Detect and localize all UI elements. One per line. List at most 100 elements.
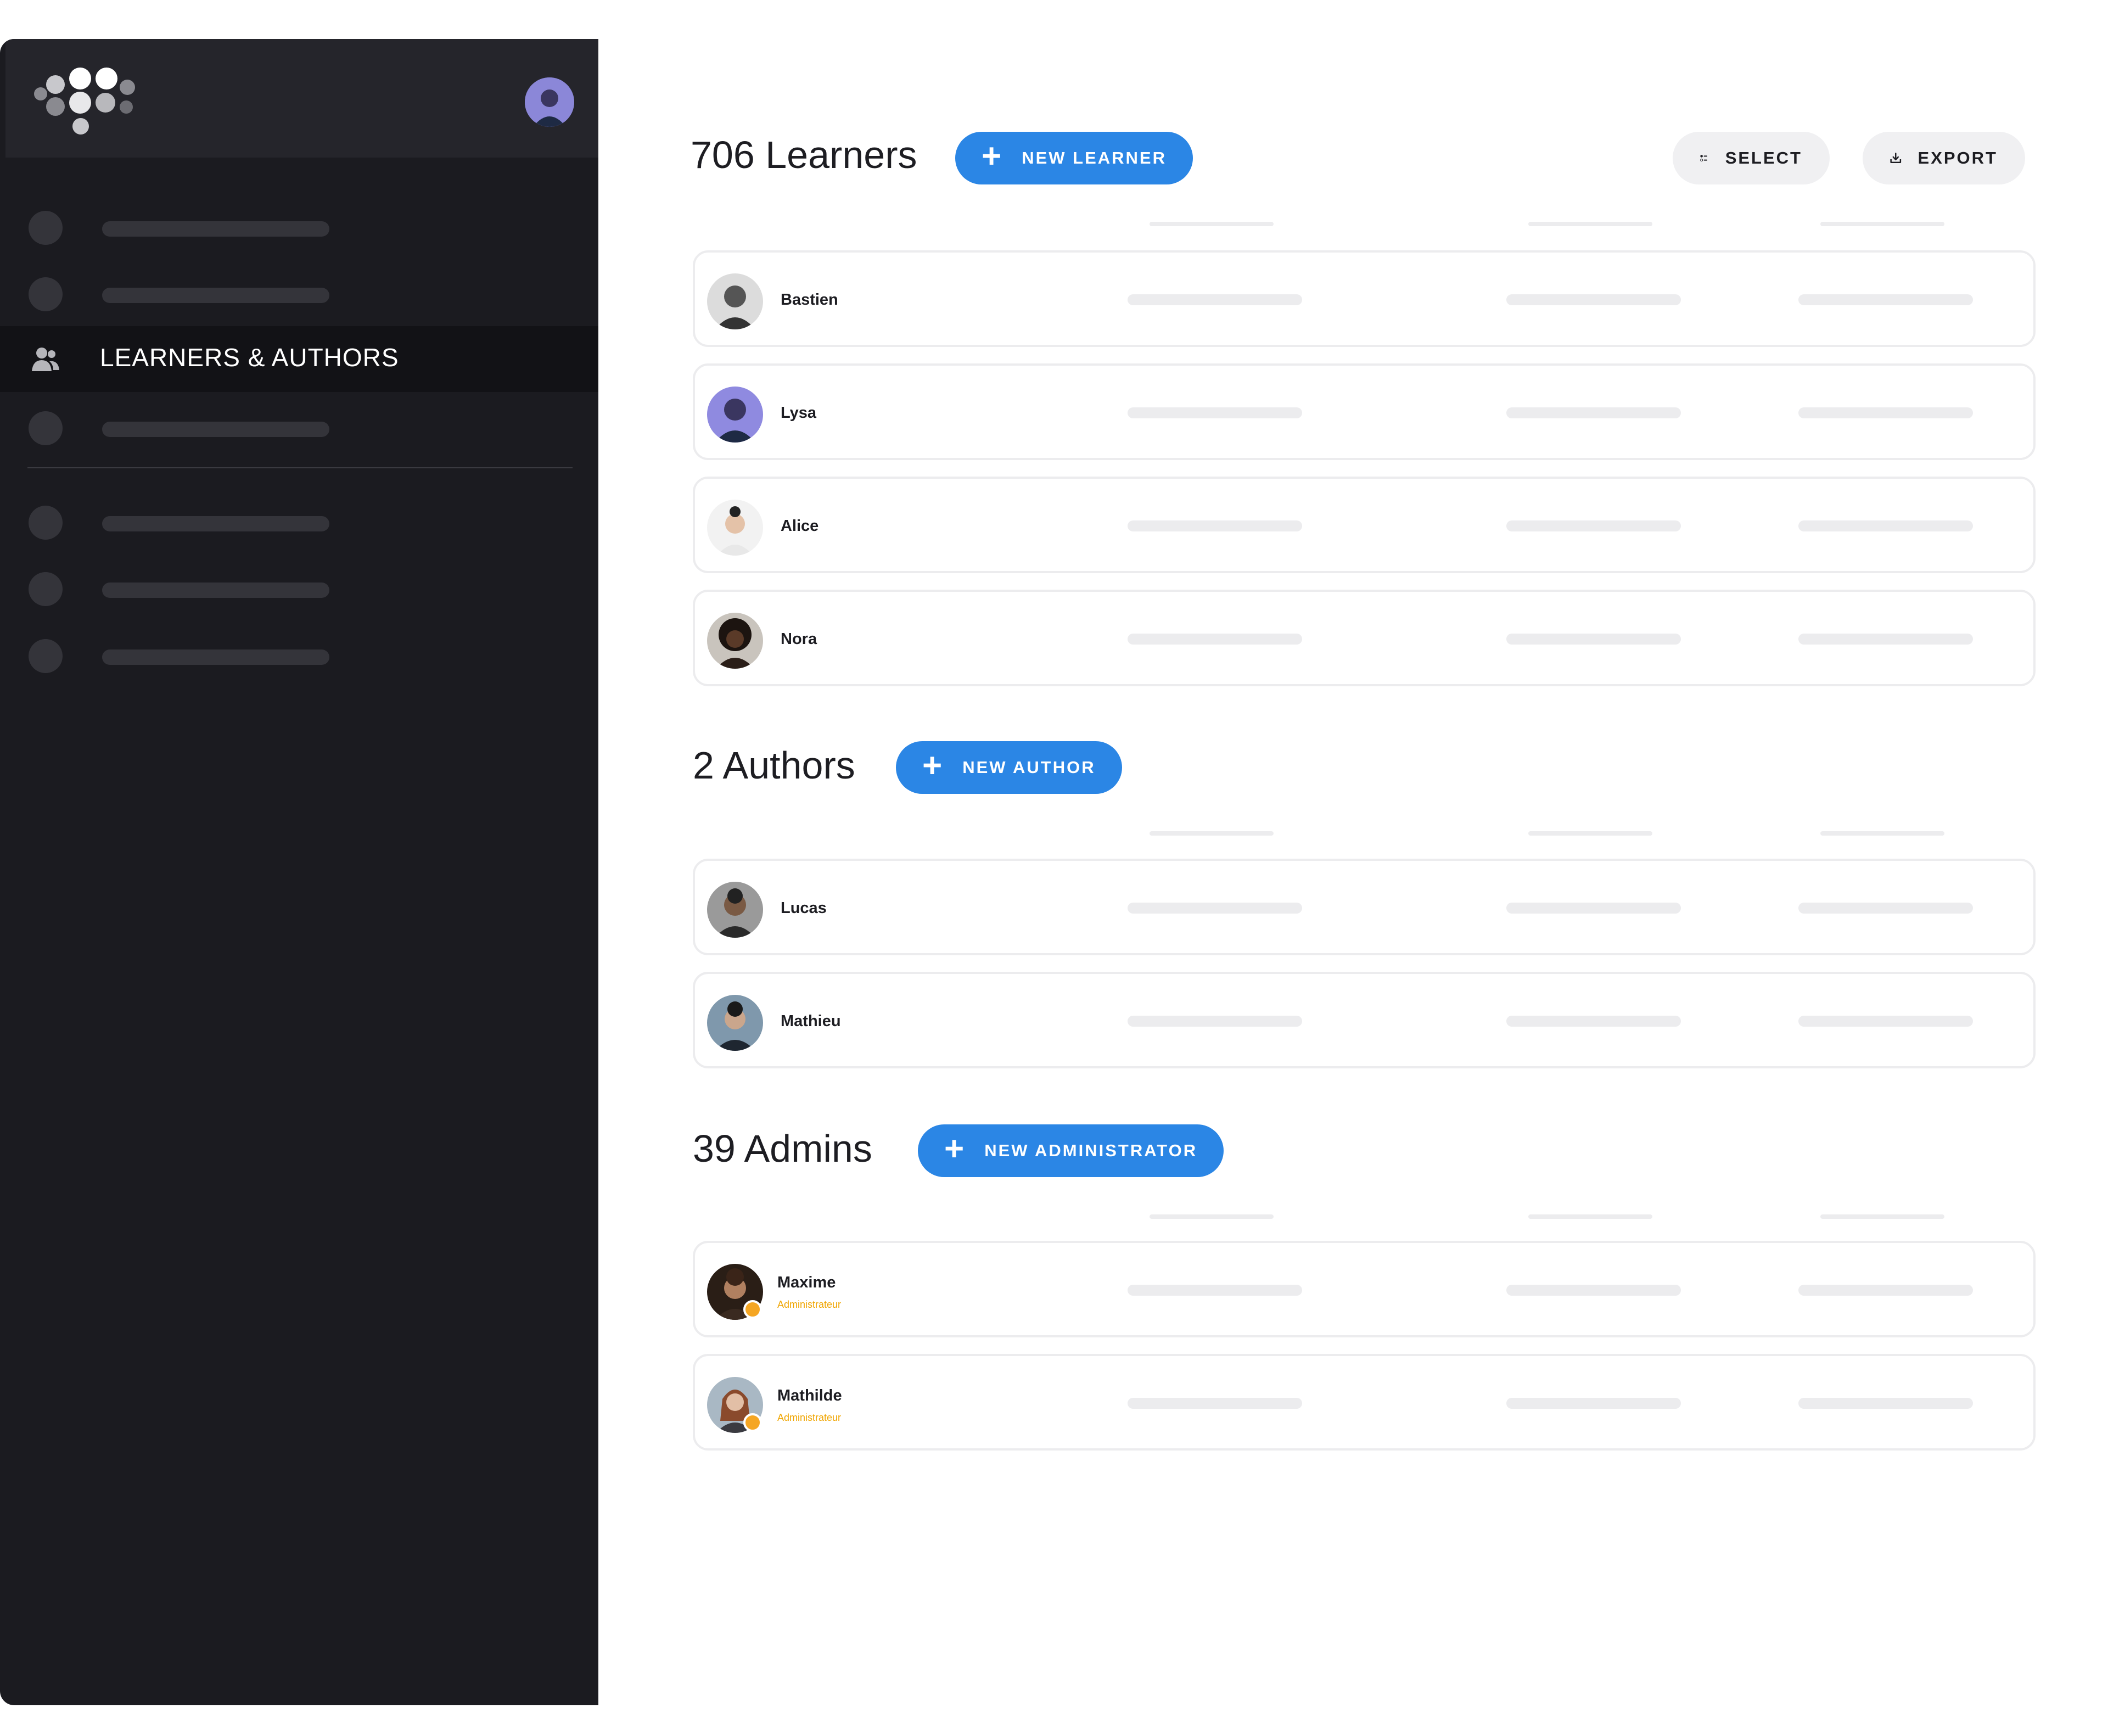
download-icon (1890, 153, 1902, 164)
sidebar-item-1[interactable] (0, 193, 598, 259)
admins-title: 39 Admins (693, 1127, 872, 1170)
learner-row[interactable]: Bastien (693, 250, 2036, 347)
nav-icon-placeholder (29, 572, 63, 606)
learner-row[interactable]: Nora (693, 590, 2036, 686)
select-list-icon (1700, 155, 1708, 162)
author-name: Lucas (781, 899, 827, 917)
sidebar-divider (27, 467, 573, 468)
sidebar-item-label: LEARNERS & AUTHORS (100, 343, 399, 372)
sidebar-item-7[interactable] (0, 621, 598, 687)
cell-placeholder (1128, 294, 1302, 305)
admin-row[interactable]: Mathilde Administrateur (693, 1354, 2036, 1451)
plus-icon: + (944, 1130, 966, 1168)
sidebar-item-learners-authors[interactable]: LEARNERS & AUTHORS (0, 326, 598, 392)
nav-icon-placeholder (29, 506, 63, 540)
author-row[interactable]: Mathieu (693, 972, 2036, 1068)
new-author-button[interactable]: + NEW AUTHOR (896, 741, 1122, 794)
avatar (707, 613, 763, 669)
admin-name: Maxime (777, 1274, 836, 1291)
cell-placeholder (1128, 1285, 1302, 1296)
cell-placeholder (1798, 294, 1973, 305)
admin-badge-icon (743, 1300, 762, 1319)
new-administrator-button[interactable]: + NEW ADMINISTRATOR (918, 1124, 1224, 1177)
avatar (707, 500, 763, 556)
column-header-placeholder (1150, 1214, 1274, 1219)
cell-placeholder (1798, 1398, 1973, 1409)
nav-icon-placeholder (29, 411, 63, 445)
sidebar-header (5, 39, 598, 158)
export-label: EXPORT (1918, 148, 1998, 167)
cell-placeholder (1506, 634, 1681, 645)
nav-icon-placeholder (29, 277, 63, 311)
sidebar-item-5[interactable] (0, 488, 598, 553)
column-header-placeholder (1528, 222, 1652, 226)
admin-name: Mathilde (777, 1387, 842, 1404)
cell-placeholder (1798, 634, 1973, 645)
admin-role: Administrateur (777, 1299, 842, 1310)
new-learner-label: NEW LEARNER (1022, 148, 1167, 167)
admin-row[interactable]: Maxime Administrateur (693, 1241, 2036, 1337)
cell-placeholder (1798, 1016, 1973, 1027)
nav-label-placeholder (102, 583, 329, 598)
author-name: Mathieu (781, 1012, 841, 1030)
cell-placeholder (1128, 1398, 1302, 1409)
cell-placeholder (1798, 407, 1973, 418)
nav-label-placeholder (102, 516, 329, 531)
avatar (707, 882, 763, 938)
nav-label-placeholder (102, 288, 329, 303)
sidebar: LEARNERS & AUTHORS (0, 39, 598, 1705)
sidebar-item-6[interactable] (0, 554, 598, 620)
cell-placeholder (1128, 634, 1302, 645)
cell-placeholder (1506, 294, 1681, 305)
learner-name: Alice (781, 517, 819, 535)
nav-label-placeholder (102, 649, 329, 665)
column-header-placeholder (1528, 831, 1652, 836)
column-header-placeholder (1820, 831, 1944, 836)
avatar (707, 387, 763, 443)
plus-icon: + (982, 137, 1003, 175)
avatar (707, 995, 763, 1051)
cell-placeholder (1128, 407, 1302, 418)
users-icon (32, 348, 59, 371)
cell-placeholder (1128, 1016, 1302, 1027)
cell-placeholder (1506, 1285, 1681, 1296)
app-logo-icon[interactable] (34, 68, 138, 139)
column-header-placeholder (1150, 831, 1274, 836)
user-avatar[interactable] (525, 77, 574, 127)
cell-placeholder (1798, 1285, 1973, 1296)
export-button[interactable]: EXPORT (1863, 132, 2025, 184)
nav-label-placeholder (102, 221, 329, 237)
select-label: SELECT (1725, 148, 1802, 167)
sidebar-item-4[interactable] (0, 393, 598, 459)
cell-placeholder (1128, 520, 1302, 531)
authors-title: 2 Authors (693, 744, 855, 787)
admin-badge-icon (743, 1413, 762, 1432)
new-learner-button[interactable]: + NEW LEARNER (955, 132, 1193, 184)
learner-name: Bastien (781, 291, 838, 309)
avatar (707, 273, 763, 329)
cell-placeholder (1798, 903, 1973, 914)
cell-placeholder (1128, 903, 1302, 914)
select-button[interactable]: SELECT (1673, 132, 1830, 184)
column-header-placeholder (1528, 1214, 1652, 1219)
learner-name: Lysa (781, 404, 817, 422)
learner-name: Nora (781, 630, 817, 648)
cell-placeholder (1506, 1016, 1681, 1027)
nav-icon-placeholder (29, 211, 63, 245)
plus-icon: + (922, 747, 944, 785)
nav-icon-placeholder (29, 639, 63, 673)
learners-title: 706 Learners (691, 133, 917, 176)
column-header-placeholder (1820, 222, 1944, 226)
column-header-placeholder (1820, 1214, 1944, 1219)
new-author-label: NEW AUTHOR (962, 758, 1096, 777)
admin-role: Administrateur (777, 1412, 842, 1423)
new-administrator-label: NEW ADMINISTRATOR (984, 1141, 1198, 1160)
column-header-placeholder (1150, 222, 1274, 226)
nav-label-placeholder (102, 422, 329, 437)
learner-row[interactable]: Lysa (693, 363, 2036, 460)
cell-placeholder (1506, 1398, 1681, 1409)
cell-placeholder (1506, 520, 1681, 531)
sidebar-item-2[interactable] (0, 259, 598, 325)
author-row[interactable]: Lucas (693, 859, 2036, 955)
learner-row[interactable]: Alice (693, 477, 2036, 573)
